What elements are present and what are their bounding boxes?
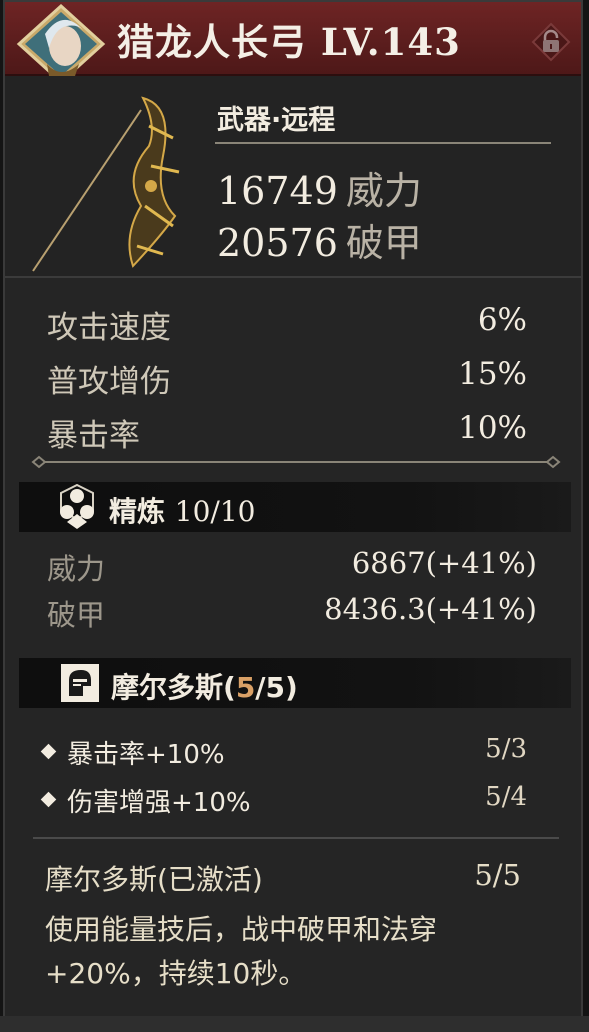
crit-rate-row: 暴击率 10% xyxy=(47,410,527,454)
stat-value: 10% xyxy=(458,410,527,446)
knight-helmet-icon xyxy=(59,662,101,704)
set-effect-item: 伤害增强+10% 5/4 xyxy=(40,782,527,820)
stat-label: 普攻增伤 xyxy=(47,364,171,400)
bottom-edge xyxy=(0,1016,589,1032)
divider xyxy=(33,837,559,839)
normal-attack-boost-row: 普攻增伤 15% xyxy=(47,356,527,400)
set-active-description: 使用能量技后，战中破甲和法穿+20%，持续10秒。 xyxy=(45,913,438,990)
set-total-count: /5) xyxy=(255,671,298,704)
set-effect-requirement: 5/4 xyxy=(485,782,527,812)
ornamental-divider xyxy=(31,454,561,470)
set-effect-label: 暴击率+10% xyxy=(67,740,225,770)
refine-stat-value: 6867(+41%) xyxy=(351,546,537,580)
weapon-type: 武器·远程 xyxy=(217,105,336,136)
armor-break-label: 破甲 xyxy=(345,221,422,265)
stat-value: 6% xyxy=(477,302,527,338)
stat-value: 15% xyxy=(458,356,527,392)
set-active-title: 摩尔多斯(已激活) xyxy=(45,863,263,896)
attack-speed-row: 攻击速度 6% xyxy=(47,302,527,346)
refine-label: 精炼 xyxy=(109,495,166,528)
refine-stat-value: 8436.3(+41%) xyxy=(324,592,537,626)
longbow-icon xyxy=(23,86,203,276)
armor-break-stat: 20576 破甲 xyxy=(217,212,422,267)
power-value: 16749 xyxy=(217,169,338,213)
padlock-icon[interactable] xyxy=(531,22,571,62)
refine-stat-label: 破甲 xyxy=(47,598,106,632)
set-name: 摩尔多斯( xyxy=(111,671,236,704)
item-tooltip-panel: 猎龙人长弓 LV.143 武器·远程 16749 威力 20576 破甲 攻击速… xyxy=(3,0,583,1026)
set-effect-item: 暴击率+10% 5/3 xyxy=(40,734,527,772)
refine-progress: 10/10 xyxy=(174,495,256,528)
armor-break-value: 20576 xyxy=(217,221,338,265)
set-effect-label: 伤害增强+10% xyxy=(67,788,251,818)
refine-armor-break-row: 破甲 8436.3(+41%) xyxy=(47,592,537,632)
stat-label: 攻击速度 xyxy=(47,310,171,346)
refine-section-header: 精炼 10/10 xyxy=(19,482,571,532)
refine-title: 精炼 10/10 xyxy=(109,490,255,530)
stat-label: 暴击率 xyxy=(47,418,140,454)
bullet-diamond-icon xyxy=(40,743,57,760)
set-active-count: 5/5 xyxy=(474,858,521,892)
power-label: 威力 xyxy=(345,169,422,213)
set-title: 摩尔多斯(5/5) xyxy=(111,666,298,706)
set-section-header: 摩尔多斯(5/5) xyxy=(19,658,571,708)
bullet-diamond-icon xyxy=(40,791,57,808)
set-current-count: 5 xyxy=(235,671,256,704)
set-effect-requirement: 5/3 xyxy=(485,734,527,764)
refine-gems-icon xyxy=(53,483,101,530)
power-stat: 16749 威力 xyxy=(217,160,422,215)
refine-stat-label: 威力 xyxy=(47,552,106,586)
refine-power-row: 威力 6867(+41%) xyxy=(47,546,537,586)
weapon-summary: 武器·远程 16749 威力 20576 破甲 xyxy=(5,76,581,278)
character-portrait xyxy=(15,3,107,85)
divider xyxy=(215,142,551,144)
item-title: 猎龙人长弓 LV.143 xyxy=(117,20,461,64)
